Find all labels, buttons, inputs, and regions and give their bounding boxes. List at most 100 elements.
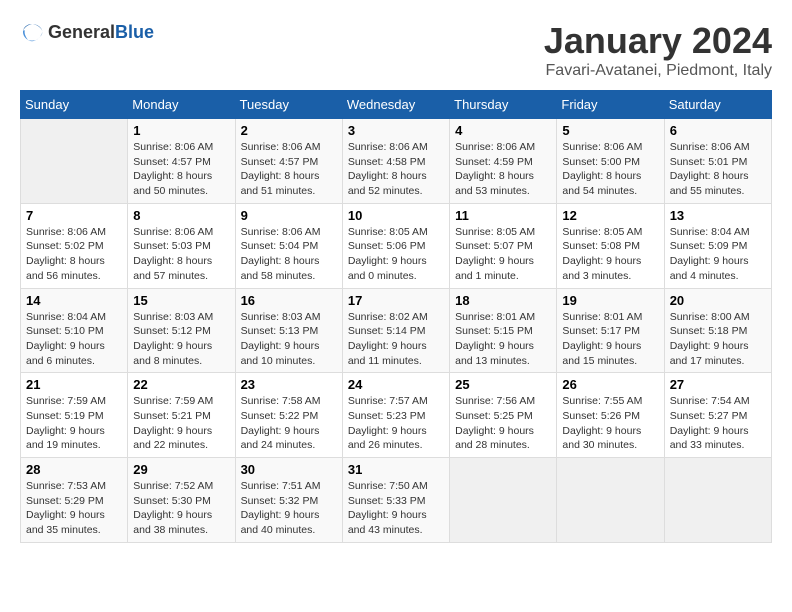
cell-info: Sunrise: 8:01 AMSunset: 5:17 PMDaylight:… bbox=[562, 310, 658, 369]
cell-info: Sunrise: 8:06 AMSunset: 5:02 PMDaylight:… bbox=[26, 225, 122, 284]
cell-info: Sunrise: 8:03 AMSunset: 5:13 PMDaylight:… bbox=[241, 310, 337, 369]
calendar-cell: 31Sunrise: 7:50 AMSunset: 5:33 PMDayligh… bbox=[342, 458, 449, 543]
day-header-wednesday: Wednesday bbox=[342, 91, 449, 119]
cell-info: Sunrise: 7:55 AMSunset: 5:26 PMDaylight:… bbox=[562, 394, 658, 453]
calendar-cell: 15Sunrise: 8:03 AMSunset: 5:12 PMDayligh… bbox=[128, 288, 235, 373]
cell-info: Sunrise: 8:01 AMSunset: 5:15 PMDaylight:… bbox=[455, 310, 551, 369]
day-number: 19 bbox=[562, 293, 658, 308]
logo-blue: Blue bbox=[115, 22, 154, 42]
cell-info: Sunrise: 8:02 AMSunset: 5:14 PMDaylight:… bbox=[348, 310, 444, 369]
day-number: 25 bbox=[455, 377, 551, 392]
week-row-5: 28 Sunrise: 7:53 AMSunset: 5:29 PMDayligh… bbox=[21, 458, 772, 543]
logo-text: GeneralBlue bbox=[48, 22, 154, 43]
day-number: 12 bbox=[562, 208, 658, 223]
day-header-tuesday: Tuesday bbox=[235, 91, 342, 119]
cell-info: Sunrise: 8:06 AMSunset: 4:59 PMDaylight:… bbox=[455, 140, 551, 199]
calendar-cell: 27 Sunrise: 7:54 AMSunset: 5:27 PMDayligh… bbox=[664, 373, 771, 458]
day-number: 10 bbox=[348, 208, 444, 223]
cell-info: Sunrise: 8:06 AMSunset: 5:01 PMDaylight:… bbox=[670, 140, 766, 199]
calendar-cell: 7 Sunrise: 8:06 AMSunset: 5:02 PMDaylight… bbox=[21, 203, 128, 288]
day-number: 8 bbox=[133, 208, 229, 223]
cell-info: Sunrise: 7:59 AMSunset: 5:21 PMDaylight:… bbox=[133, 394, 229, 453]
calendar-cell: 28 Sunrise: 7:53 AMSunset: 5:29 PMDayligh… bbox=[21, 458, 128, 543]
day-number: 16 bbox=[241, 293, 337, 308]
calendar-cell bbox=[450, 458, 557, 543]
cell-info: Sunrise: 7:51 AMSunset: 5:32 PMDaylight:… bbox=[241, 479, 337, 538]
day-number: 31 bbox=[348, 462, 444, 477]
day-header-friday: Friday bbox=[557, 91, 664, 119]
cell-info: Sunrise: 8:05 AMSunset: 5:08 PMDaylight:… bbox=[562, 225, 658, 284]
logo-general: General bbox=[48, 22, 115, 42]
calendar-cell: 16 Sunrise: 8:03 AMSunset: 5:13 PMDayligh… bbox=[235, 288, 342, 373]
day-number: 6 bbox=[670, 123, 766, 138]
cell-info: Sunrise: 8:06 AMSunset: 4:57 PMDaylight:… bbox=[241, 140, 337, 199]
location: Favari-Avatanei, Piedmont, Italy bbox=[544, 62, 772, 80]
calendar-cell: 3Sunrise: 8:06 AMSunset: 4:58 PMDaylight… bbox=[342, 119, 449, 204]
cell-info: Sunrise: 7:52 AMSunset: 5:30 PMDaylight:… bbox=[133, 479, 229, 538]
calendar-cell: 5 Sunrise: 8:06 AMSunset: 5:00 PMDaylight… bbox=[557, 119, 664, 204]
day-number: 7 bbox=[26, 208, 122, 223]
day-number: 9 bbox=[241, 208, 337, 223]
cell-info: Sunrise: 8:00 AMSunset: 5:18 PMDaylight:… bbox=[670, 310, 766, 369]
cell-info: Sunrise: 7:53 AMSunset: 5:29 PMDaylight:… bbox=[26, 479, 122, 538]
calendar-cell: 30 Sunrise: 7:51 AMSunset: 5:32 PMDayligh… bbox=[235, 458, 342, 543]
calendar-cell: 14 Sunrise: 8:04 AMSunset: 5:10 PMDayligh… bbox=[21, 288, 128, 373]
month-year: January 2024 bbox=[544, 20, 772, 62]
calendar-cell: 9 Sunrise: 8:06 AMSunset: 5:04 PMDaylight… bbox=[235, 203, 342, 288]
cell-info: Sunrise: 8:06 AMSunset: 5:04 PMDaylight:… bbox=[241, 225, 337, 284]
day-number: 5 bbox=[562, 123, 658, 138]
cell-info: Sunrise: 7:54 AMSunset: 5:27 PMDaylight:… bbox=[670, 394, 766, 453]
day-number: 28 bbox=[26, 462, 122, 477]
day-number: 1 bbox=[133, 123, 229, 138]
day-number: 30 bbox=[241, 462, 337, 477]
logo-icon bbox=[20, 20, 44, 44]
day-number: 14 bbox=[26, 293, 122, 308]
calendar-cell: 8Sunrise: 8:06 AMSunset: 5:03 PMDaylight… bbox=[128, 203, 235, 288]
calendar-cell bbox=[21, 119, 128, 204]
cell-info: Sunrise: 7:58 AMSunset: 5:22 PMDaylight:… bbox=[241, 394, 337, 453]
cell-info: Sunrise: 7:59 AMSunset: 5:19 PMDaylight:… bbox=[26, 394, 122, 453]
day-number: 29 bbox=[133, 462, 229, 477]
page-header: GeneralBlue January 2024 Favari-Avatanei… bbox=[20, 20, 772, 80]
day-number: 21 bbox=[26, 377, 122, 392]
cell-info: Sunrise: 8:03 AMSunset: 5:12 PMDaylight:… bbox=[133, 310, 229, 369]
calendar-cell: 13Sunrise: 8:04 AMSunset: 5:09 PMDayligh… bbox=[664, 203, 771, 288]
calendar-table: SundayMondayTuesdayWednesdayThursdayFrid… bbox=[20, 90, 772, 543]
cell-info: Sunrise: 7:57 AMSunset: 5:23 PMDaylight:… bbox=[348, 394, 444, 453]
calendar-cell: 4Sunrise: 8:06 AMSunset: 4:59 PMDaylight… bbox=[450, 119, 557, 204]
day-header-saturday: Saturday bbox=[664, 91, 771, 119]
calendar-cell: 23Sunrise: 7:58 AMSunset: 5:22 PMDayligh… bbox=[235, 373, 342, 458]
calendar-cell: 1 Sunrise: 8:06 AMSunset: 4:57 PMDaylight… bbox=[128, 119, 235, 204]
title-block: January 2024 Favari-Avatanei, Piedmont, … bbox=[544, 20, 772, 80]
calendar-cell: 6 Sunrise: 8:06 AMSunset: 5:01 PMDaylight… bbox=[664, 119, 771, 204]
calendar-cell: 24 Sunrise: 7:57 AMSunset: 5:23 PMDayligh… bbox=[342, 373, 449, 458]
calendar-cell: 12 Sunrise: 8:05 AMSunset: 5:08 PMDayligh… bbox=[557, 203, 664, 288]
day-number: 13 bbox=[670, 208, 766, 223]
cell-info: Sunrise: 8:06 AMSunset: 4:58 PMDaylight:… bbox=[348, 140, 444, 199]
cell-info: Sunrise: 8:06 AMSunset: 5:00 PMDaylight:… bbox=[562, 140, 658, 199]
day-number: 11 bbox=[455, 208, 551, 223]
calendar-cell: 25 Sunrise: 7:56 AMSunset: 5:25 PMDayligh… bbox=[450, 373, 557, 458]
days-header-row: SundayMondayTuesdayWednesdayThursdayFrid… bbox=[21, 91, 772, 119]
calendar-cell: 19 Sunrise: 8:01 AMSunset: 5:17 PMDayligh… bbox=[557, 288, 664, 373]
calendar-cell: 11Sunrise: 8:05 AMSunset: 5:07 PMDayligh… bbox=[450, 203, 557, 288]
cell-info: Sunrise: 8:06 AMSunset: 4:57 PMDaylight:… bbox=[133, 140, 229, 199]
day-number: 26 bbox=[562, 377, 658, 392]
cell-info: Sunrise: 7:56 AMSunset: 5:25 PMDaylight:… bbox=[455, 394, 551, 453]
calendar-cell: 18 Sunrise: 8:01 AMSunset: 5:15 PMDayligh… bbox=[450, 288, 557, 373]
day-header-monday: Monday bbox=[128, 91, 235, 119]
calendar-cell: 17Sunrise: 8:02 AMSunset: 5:14 PMDayligh… bbox=[342, 288, 449, 373]
calendar-cell: 22 Sunrise: 7:59 AMSunset: 5:21 PMDayligh… bbox=[128, 373, 235, 458]
day-number: 2 bbox=[241, 123, 337, 138]
day-number: 27 bbox=[670, 377, 766, 392]
logo: GeneralBlue bbox=[20, 20, 154, 44]
cell-info: Sunrise: 8:04 AMSunset: 5:10 PMDaylight:… bbox=[26, 310, 122, 369]
calendar-cell: 29 Sunrise: 7:52 AMSunset: 5:30 PMDayligh… bbox=[128, 458, 235, 543]
calendar-cell: 21 Sunrise: 7:59 AMSunset: 5:19 PMDayligh… bbox=[21, 373, 128, 458]
day-number: 18 bbox=[455, 293, 551, 308]
calendar-cell: 20Sunrise: 8:00 AMSunset: 5:18 PMDayligh… bbox=[664, 288, 771, 373]
day-number: 22 bbox=[133, 377, 229, 392]
week-row-2: 7 Sunrise: 8:06 AMSunset: 5:02 PMDaylight… bbox=[21, 203, 772, 288]
calendar-cell: 2 Sunrise: 8:06 AMSunset: 4:57 PMDaylight… bbox=[235, 119, 342, 204]
day-number: 24 bbox=[348, 377, 444, 392]
